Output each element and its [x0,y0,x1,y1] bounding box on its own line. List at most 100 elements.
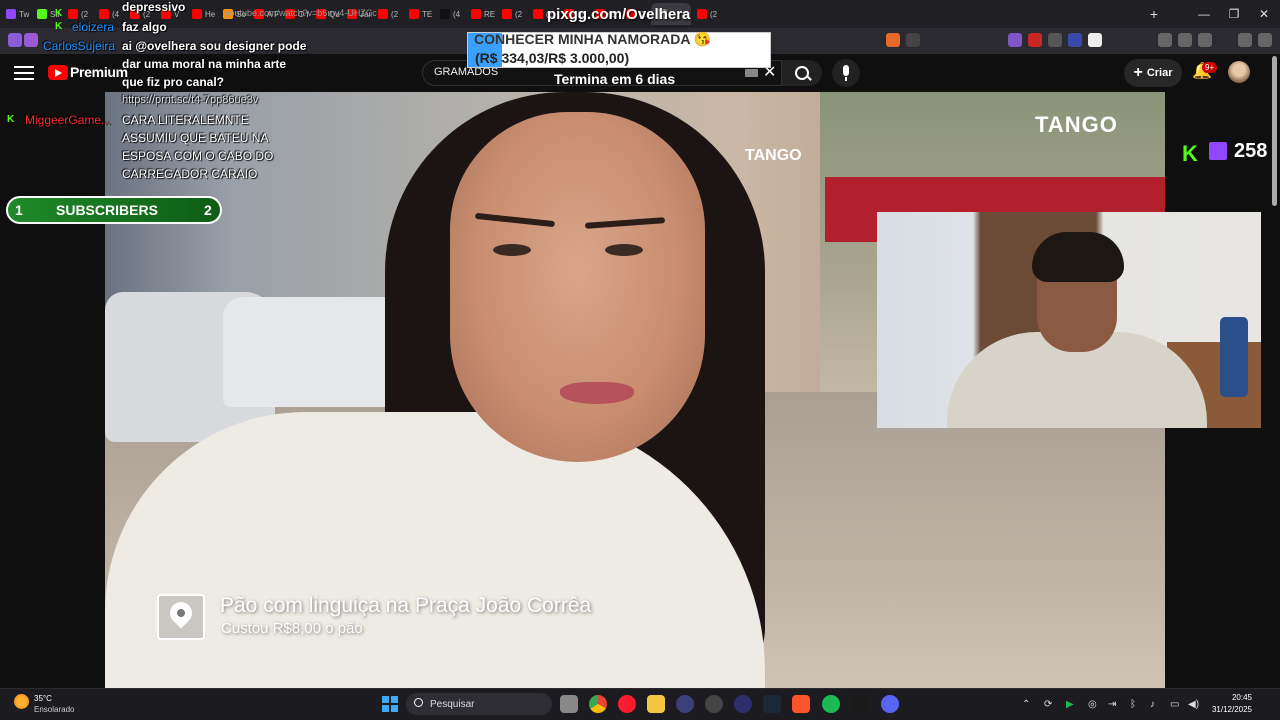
tray-icon[interactable]: ⇥ [1108,699,1116,710]
donation-goal-amount: (R$ 334,03/R$ 3.000,00) [475,50,630,66]
kick-badge-icon: K [7,114,15,125]
kick-badge-icon: K [55,21,63,32]
streamer-hair [1032,232,1124,282]
tab-label: RE [484,9,496,19]
extension-icon[interactable] [1068,33,1082,47]
spotify-icon[interactable] [822,695,840,713]
donation-goal-title: CONHECER MINHA NAMORADA 😘 [474,31,712,47]
weather-sun-icon[interactable] [14,694,29,709]
url-field[interactable]: youtube.com/watch?v=b6mv4-UHZCc [225,4,465,22]
pix-url-overlay: pixgg.com/Ovelhera [547,6,691,23]
menu-icon[interactable] [1258,33,1272,47]
tab-favicon-icon [6,9,16,19]
clock-time[interactable]: 20:45 [1212,693,1252,702]
weather-condition[interactable]: Ensolarado [34,705,74,714]
extension-icon[interactable] [1028,33,1042,47]
chat-message: ESPOSA COM O CABO DO [122,149,274,163]
eye [605,244,643,256]
extension-icon[interactable] [1048,33,1062,47]
browser-tab[interactable]: RE [465,3,496,25]
location-title: Pão com linguiça na Praça João Corrêa [220,594,592,617]
tab-favicon-icon [697,9,707,19]
menu-icon[interactable] [14,66,34,80]
mouth [560,382,634,404]
search-icon [414,698,423,707]
taskbar-search-label[interactable]: Pesquisar [430,699,474,710]
clock-date[interactable]: 31/12/2025 [1206,705,1252,714]
brave-icon[interactable] [792,695,810,713]
chevron-up-icon[interactable]: ⌃ [1022,699,1030,710]
browser-tab[interactable]: (2 [691,3,722,25]
sidebar-icon[interactable] [1178,33,1192,47]
chat-username: MiggeerGame... [25,113,112,127]
streamer-webcam [877,212,1261,428]
keyboard-icon[interactable] [745,69,758,77]
sync-icon[interactable]: ⟳ [1044,699,1052,710]
subscriber-target: 2 [204,202,212,218]
browser-tab[interactable]: Tw [0,3,31,25]
rewards-icon[interactable] [906,33,920,47]
chat-message: que fiz pro canal? [122,75,225,89]
avatar[interactable] [1228,61,1250,83]
goal-deadline: Termina em 6 dias [554,71,676,87]
task-view-icon[interactable] [560,695,578,713]
microphone-icon[interactable] [832,59,860,87]
app-icon[interactable] [734,695,752,713]
person-face [450,112,705,462]
tab-label: He [205,9,216,19]
chat-link[interactable]: https://prnt.sc/t4-7pp86ue3v [122,94,258,106]
extension-icon[interactable] [1088,33,1102,47]
start-button[interactable] [382,696,398,712]
chat-message: CARA LITERALEMNTE [122,113,249,127]
tab-favicon-icon [533,9,543,19]
shield-icon[interactable] [1238,33,1252,47]
tango-sign: TANGO [745,147,802,164]
tab-label: Tw [19,9,30,19]
location-subtitle: Custou R$8,00 o pão [221,620,363,637]
tray-icon[interactable]: ◎ [1088,699,1097,710]
weather-temperature[interactable]: 35°C [34,694,52,703]
tab-label: (4 [112,9,120,19]
opera-icon[interactable] [618,695,636,713]
media-icon[interactable] [1158,33,1172,47]
wallet-icon[interactable] [1198,33,1212,47]
premium-label[interactable]: Premium [70,64,128,80]
parked-car [223,297,403,407]
app-icon[interactable] [676,695,694,713]
extension-icon[interactable] [1008,33,1022,47]
obs-icon[interactable] [705,695,723,713]
plus-icon: + [1133,64,1143,81]
microphone-icon[interactable]: ♪ [1150,699,1155,710]
chat-message: ai @ovelhera sou designer pode [122,39,307,53]
chat-message: depressivo [122,0,186,14]
network-icon[interactable]: ▭ [1170,699,1179,710]
chrome-icon[interactable] [589,695,607,713]
eye [493,244,531,256]
subscriber-label: SUBSCRIBERS [56,202,158,218]
create-button[interactable]: + Criar [1124,59,1182,87]
brave-shield-icon[interactable] [886,33,900,47]
play-icon[interactable]: ▶ [1066,699,1074,710]
bluetooth-icon[interactable]: ᛒ [1130,699,1136,710]
subscriber-current: 1 [15,202,23,218]
browser-tab[interactable]: He [186,3,217,25]
close-window-button[interactable]: ✕ [1246,0,1280,28]
extension-icon[interactable] [24,33,38,47]
chat-message: faz algo [122,20,167,34]
youtube-logo-icon[interactable] [48,65,68,80]
profile-icon[interactable] [8,33,22,47]
browser-tab[interactable]: (2 [496,3,527,25]
file-explorer-icon[interactable] [647,695,665,713]
discord-icon[interactable] [881,695,899,713]
tab-favicon-icon [192,9,202,19]
scrollbar[interactable] [1272,56,1277,206]
steam-icon[interactable] [763,695,781,713]
chat-message: CARREGADOR CARAIO [122,167,258,181]
search-button[interactable] [782,60,822,86]
taskbar-search[interactable] [406,693,552,715]
new-tab-button[interactable]: + [1136,0,1172,28]
app-icon[interactable] [851,695,869,713]
tab-label: (2 [515,9,523,19]
create-label: Criar [1146,67,1173,79]
volume-icon[interactable]: ◀) [1188,699,1199,710]
